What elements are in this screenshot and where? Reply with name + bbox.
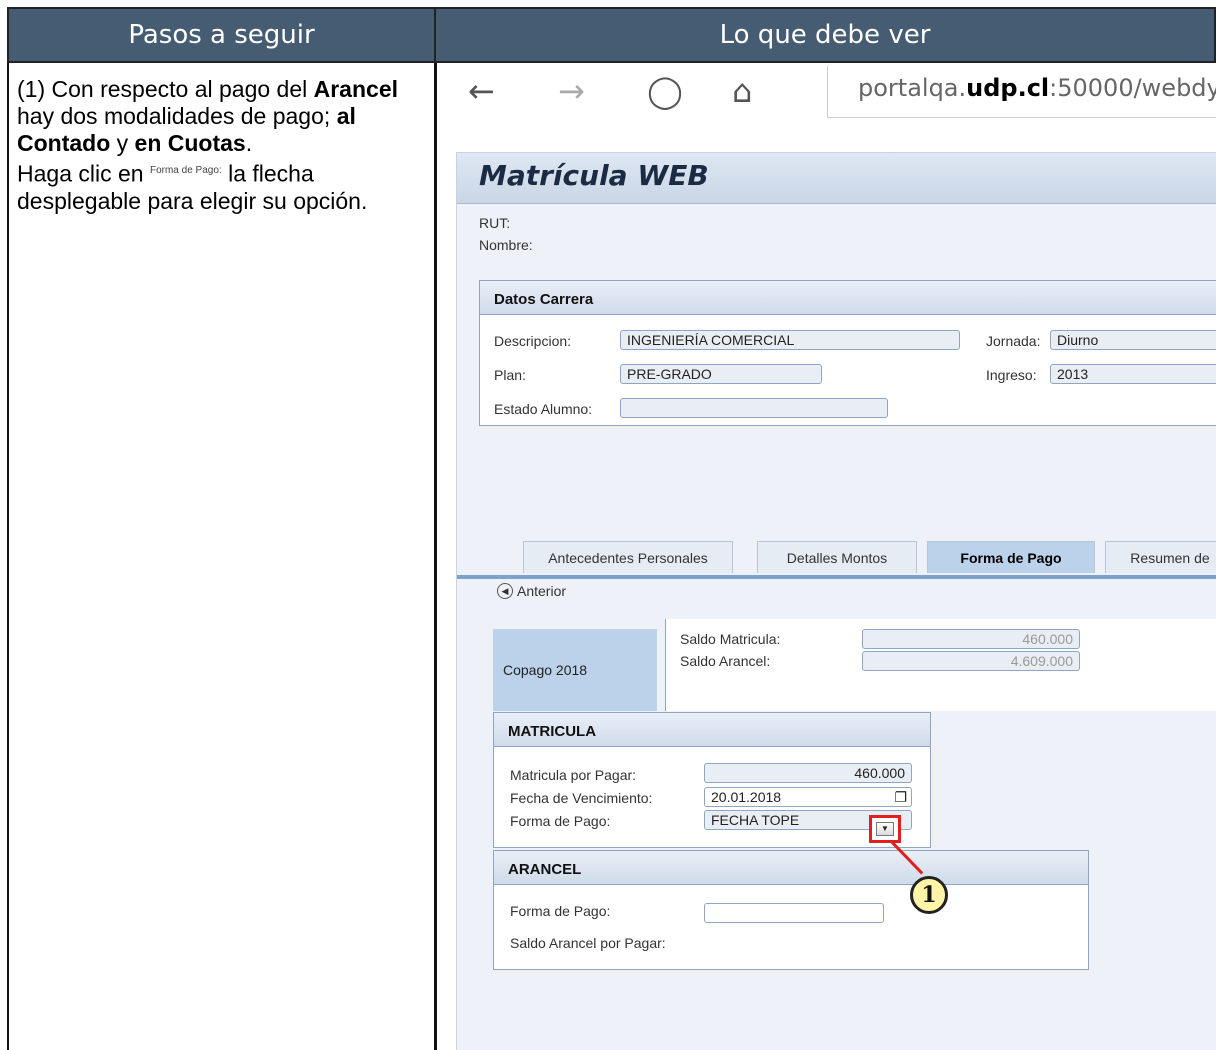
calendar-icon[interactable]: ❐	[894, 789, 907, 806]
bold-arancel: Arancel	[313, 76, 398, 102]
app-title-bar: Matrícula WEB	[457, 153, 1216, 204]
nombre-label: Nombre:	[479, 237, 533, 253]
saldo-arancel-por-pagar-label: Saldo Arancel por Pagar:	[510, 935, 666, 951]
arancel-panel: ARANCEL Forma de Pago: Saldo Arancel por…	[493, 850, 1089, 970]
home-icon[interactable]: ⌂	[732, 72, 752, 110]
view-header: Lo que debe ver	[436, 7, 1216, 63]
tab-strip: Antecedentes Personales Detalles Montos …	[457, 535, 1216, 579]
address-bar[interactable]: portalqa.udp.cl:50000/webdynp	[827, 66, 1216, 118]
refresh-icon[interactable]: ◯	[647, 72, 683, 110]
fecha-vencimiento-label: Fecha de Vencimiento:	[510, 790, 653, 806]
saldo-arancel-field[interactable]: 4.609.000	[862, 651, 1080, 671]
matricula-por-pagar-label: Matricula por Pagar:	[510, 767, 637, 783]
browser-toolbar: ← → ◯ ⌂ portalqa.udp.cl:50000/webdynp	[442, 66, 1216, 122]
tab-antecedentes-personales[interactable]: Antecedentes Personales	[523, 541, 733, 573]
datos-carrera-heading: Datos Carrera	[480, 281, 1216, 315]
step-instructions: (1) Con respecto al pago del Arancel hay…	[17, 76, 398, 214]
bold-cuotas: en Cuotas	[134, 130, 246, 156]
saldo-panel: Saldo Matricula: 460.000 Saldo Arancel: …	[665, 619, 1216, 711]
app-title: Matrícula WEB	[479, 159, 709, 192]
table-border-left	[7, 63, 9, 1050]
anterior-button[interactable]: ◀ Anterior	[497, 583, 566, 599]
arancel-forma-pago-dropdown[interactable]	[704, 903, 884, 923]
inline-label-forma-pago: Forma de Pago:	[149, 165, 222, 176]
arancel-forma-pago-label: Forma de Pago:	[510, 903, 611, 919]
screenshot-area: ← → ◯ ⌂ portalqa.udp.cl:50000/webdynp Ma…	[442, 66, 1216, 1050]
rut-label: RUT:	[479, 215, 511, 231]
chevron-down-icon: ▼	[876, 822, 894, 836]
estado-alumno-field[interactable]	[620, 398, 888, 418]
saldo-matricula-field[interactable]: 460.000	[862, 629, 1080, 649]
datos-carrera-panel: Datos Carrera Descripcion: INGENIERÍA CO…	[479, 280, 1216, 426]
matricula-forma-pago-label: Forma de Pago:	[510, 813, 611, 829]
estado-alumno-label: Estado Alumno:	[494, 401, 593, 417]
ingreso-label: Ingreso:	[986, 367, 1037, 383]
saldo-arancel-label: Saldo Arancel:	[680, 653, 771, 669]
back-arrow-icon[interactable]: ←	[468, 72, 495, 110]
back-circle-icon: ◀	[497, 583, 513, 599]
jornada-label: Jornada:	[986, 333, 1041, 349]
steps-header: Pasos a seguir	[7, 7, 436, 63]
step-callout-badge: 1	[910, 876, 948, 914]
copago-label: Copago 2018	[493, 629, 657, 711]
arancel-dropdown-arrow-button[interactable]: ▼	[869, 815, 901, 843]
matricula-heading: MATRICULA	[494, 713, 930, 747]
plan-field[interactable]: PRE-GRADO	[620, 364, 822, 384]
table-border-middle	[434, 63, 437, 1050]
descripcion-field[interactable]: INGENIERÍA COMERCIAL	[620, 330, 960, 350]
tab-resumen[interactable]: Resumen de	[1105, 541, 1216, 573]
matricula-panel: MATRICULA Matricula por Pagar: 460.000 F…	[493, 712, 931, 848]
saldo-matricula-label: Saldo Matricula:	[680, 631, 781, 647]
forward-arrow-icon[interactable]: →	[558, 72, 585, 110]
matricula-por-pagar-field[interactable]: 460.000	[704, 763, 912, 783]
ingreso-field[interactable]: 2013	[1050, 364, 1216, 384]
plan-label: Plan:	[494, 367, 526, 383]
arancel-heading: ARANCEL	[494, 851, 1088, 885]
tab-detalles-montos[interactable]: Detalles Montos	[757, 541, 917, 573]
anterior-label: Anterior	[517, 583, 567, 599]
descripcion-label: Descripcion:	[494, 333, 572, 349]
tab-forma-de-pago[interactable]: Forma de Pago	[927, 541, 1095, 573]
jornada-field[interactable]: Diurno	[1050, 330, 1216, 350]
matricula-app: Matrícula WEB RUT: Nombre: Datos Carrera…	[456, 152, 1216, 1050]
fecha-vencimiento-field[interactable]: 20.01.2018 ❐	[704, 787, 912, 807]
